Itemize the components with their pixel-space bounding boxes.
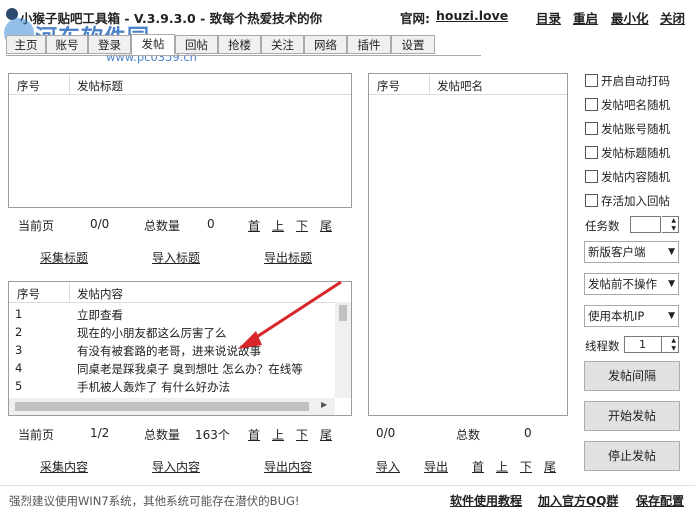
arrow-shaft: [251, 280, 342, 342]
arrow-head-icon: [238, 331, 262, 349]
annotation-arrow: [238, 280, 342, 349]
